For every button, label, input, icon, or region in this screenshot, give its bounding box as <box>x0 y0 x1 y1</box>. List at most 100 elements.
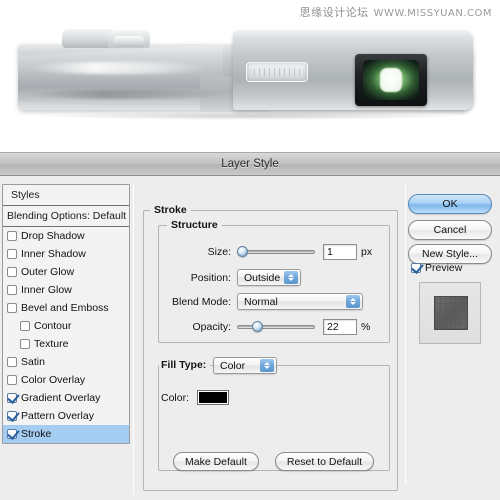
color-label: Color: <box>160 391 189 404</box>
size-input[interactable]: 1 <box>323 244 357 260</box>
size-slider-knob[interactable] <box>237 246 248 257</box>
opacity-slider-knob[interactable] <box>252 321 263 332</box>
style-row-texture[interactable]: Texture <box>3 335 129 353</box>
reset-to-default-button[interactable]: Reset to Default <box>274 452 375 471</box>
checkbox-contour[interactable] <box>20 321 30 331</box>
checkbox-preview[interactable] <box>411 263 421 273</box>
style-label: Pattern Overlay <box>21 410 94 422</box>
style-row-color-overlay[interactable]: Color Overlay <box>3 371 129 389</box>
action-buttons-column: OK Cancel New Style... Preview <box>405 176 497 500</box>
preview-label: Preview <box>425 262 463 274</box>
right-column-divider <box>405 184 406 484</box>
blend-mode-row: Blend Mode: Normal <box>159 293 391 310</box>
watermark: 思缘设计论坛 WWW.MISSYUAN.COM <box>300 4 492 20</box>
style-row-inner-shadow[interactable]: Inner Shadow <box>3 245 129 263</box>
cancel-button[interactable]: Cancel <box>408 220 492 240</box>
opacity-slider[interactable] <box>237 321 315 333</box>
checkbox-satin[interactable] <box>7 357 17 367</box>
size-row: Size: 1 px <box>159 244 391 260</box>
fill-type-value: Color <box>220 359 246 372</box>
chevron-updown-icon[interactable] <box>260 359 274 372</box>
opacity-value: 22 <box>327 321 339 333</box>
style-row-gradient-overlay[interactable]: Gradient Overlay <box>3 389 129 407</box>
style-row-drop-shadow[interactable]: Drop Shadow <box>3 227 129 245</box>
stroke-group: Stroke Structure Size: 1 px Position: Ou… <box>143 204 398 491</box>
checkbox-texture[interactable] <box>20 339 30 349</box>
checkbox-bevel-and-emboss[interactable] <box>7 303 17 313</box>
style-label: Stroke <box>21 428 52 440</box>
style-label: Contour <box>34 320 72 332</box>
size-slider[interactable] <box>237 246 315 258</box>
dialog-body: Styles Blending Options: Default Drop Sh… <box>0 176 500 500</box>
style-row-contour[interactable]: Contour <box>3 317 129 335</box>
style-row-outer-glow[interactable]: Outer Glow <box>3 263 129 281</box>
size-value: 1 <box>327 246 333 258</box>
dialog-titlebar[interactable]: Layer Style <box>0 153 500 176</box>
make-default-button[interactable]: Make Default <box>173 452 259 471</box>
blend-mode-select[interactable]: Normal <box>237 293 363 310</box>
styles-column: Styles Blending Options: Default Drop Sh… <box>0 176 130 500</box>
camera-shading <box>24 90 224 99</box>
preview-thumbnail-swatch <box>434 296 468 330</box>
opacity-slider-track[interactable] <box>237 325 315 329</box>
dialog-title: Layer Style <box>221 158 279 170</box>
blending-options-row[interactable]: Blending Options: Default <box>3 206 129 227</box>
preview-toggle[interactable]: Preview <box>411 262 462 274</box>
checkbox-color-overlay[interactable] <box>7 375 17 385</box>
position-select[interactable]: Outside <box>237 269 301 286</box>
default-buttons: Make Default Reset to Default <box>173 452 375 471</box>
ok-button[interactable]: OK <box>408 194 492 214</box>
style-row-bevel-and-emboss[interactable]: Bevel and Emboss <box>3 299 129 317</box>
opacity-label: Opacity: <box>192 321 231 333</box>
style-row-stroke[interactable]: Stroke <box>3 425 129 443</box>
structure-group: Structure Size: 1 px Position: Outside B… <box>158 219 391 343</box>
checkbox-pattern-overlay[interactable] <box>7 411 17 421</box>
position-value: Outside <box>244 271 281 284</box>
style-row-inner-glow[interactable]: Inner Glow <box>3 281 129 299</box>
checkbox-outer-glow[interactable] <box>7 267 17 277</box>
style-row-pattern-overlay[interactable]: Pattern Overlay <box>3 407 129 425</box>
styles-panel: Styles Blending Options: Default Drop Sh… <box>2 184 130 444</box>
chevron-updown-icon[interactable] <box>284 271 298 284</box>
watermark-chinese: 思缘设计论坛 <box>299 6 369 19</box>
camera-shutter-button <box>114 36 144 47</box>
style-label: Satin <box>21 356 45 368</box>
fill-type-label: Fill Type: <box>159 359 211 371</box>
watermark-url: WWW.MISSYUAN.COM <box>373 8 492 19</box>
new-style-button[interactable]: New Style... <box>408 244 492 264</box>
chevron-updown-icon[interactable] <box>346 295 360 308</box>
blend-mode-label: Blend Mode: <box>172 295 231 308</box>
settings-panel: Stroke Structure Size: 1 px Position: Ou… <box>137 176 405 500</box>
style-label: Drop Shadow <box>21 230 85 242</box>
position-label: Position: <box>190 271 231 284</box>
camera-lens-highlight <box>380 68 402 92</box>
style-row-satin[interactable]: Satin <box>3 353 129 371</box>
checkbox-stroke[interactable] <box>7 429 17 439</box>
camera-flash-window <box>246 62 308 82</box>
size-slider-track[interactable] <box>237 250 315 254</box>
size-label: Size: <box>207 246 231 258</box>
style-label: Outer Glow <box>21 266 75 278</box>
position-row: Position: Outside <box>159 269 391 286</box>
screenshot-root: 思缘设计论坛 WWW.MISSYUAN.COM Layer Style Style… <box>0 0 500 500</box>
blend-mode-value: Normal <box>244 295 278 308</box>
checkbox-gradient-overlay[interactable] <box>7 393 17 403</box>
stroke-group-legend: Stroke <box>150 204 191 216</box>
opacity-unit: % <box>361 321 371 333</box>
checkbox-drop-shadow[interactable] <box>7 231 17 241</box>
camera-drop-shadow <box>40 112 460 120</box>
checkbox-inner-glow[interactable] <box>7 285 17 295</box>
style-label: Gradient Overlay <box>21 392 101 404</box>
fill-type-select[interactable]: Color <box>213 357 277 374</box>
style-label: Bevel and Emboss <box>21 302 109 314</box>
opacity-input[interactable]: 22 <box>323 319 357 335</box>
style-label: Texture <box>34 338 69 350</box>
color-row: Color: <box>159 390 391 405</box>
style-label: Color Overlay <box>21 374 86 386</box>
size-unit: px <box>361 246 373 258</box>
color-swatch[interactable] <box>197 390 229 405</box>
layer-style-dialog: Layer Style Styles Blending Options: Def… <box>0 152 500 500</box>
checkbox-inner-shadow[interactable] <box>7 249 17 259</box>
camera-highlight <box>30 62 210 74</box>
camera-photo-area: 思缘设计论坛 WWW.MISSYUAN.COM <box>0 0 500 152</box>
